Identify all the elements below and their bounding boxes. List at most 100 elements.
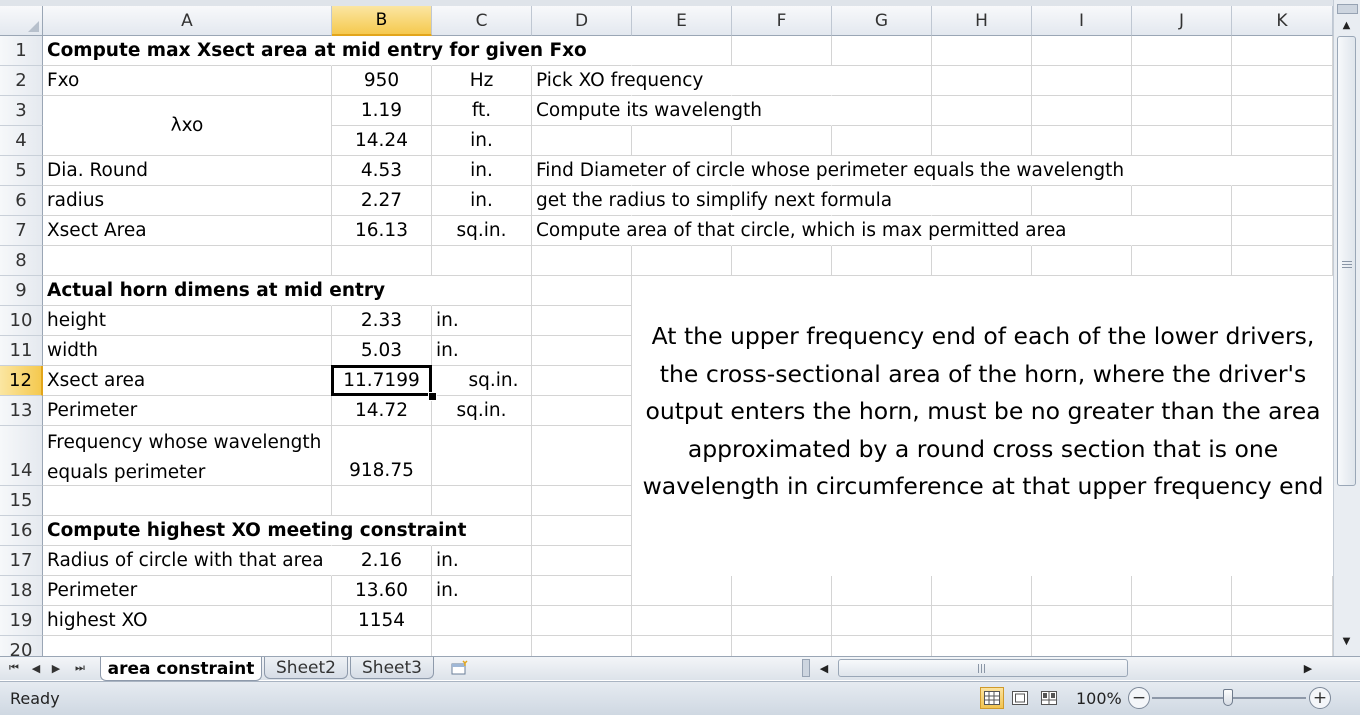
column-header-i[interactable]: I — [1032, 6, 1132, 36]
row-header-20[interactable]: 20 — [0, 636, 43, 656]
next-sheet-icon[interactable]: ▶ — [48, 659, 64, 677]
cell-f4[interactable] — [732, 126, 832, 156]
row-header-12[interactable]: 12 — [0, 366, 43, 396]
cell-d4[interactable] — [532, 126, 632, 156]
column-header-h[interactable]: H — [932, 6, 1032, 36]
column-header-d[interactable]: D — [532, 6, 632, 36]
cell-d20[interactable] — [532, 636, 632, 656]
cell-i4[interactable] — [1032, 126, 1132, 156]
cell-c20[interactable] — [432, 636, 532, 656]
cell-k18[interactable] — [1232, 576, 1333, 606]
row-header-19[interactable]: 19 — [0, 606, 43, 636]
row-header-4[interactable]: 4 — [0, 126, 43, 156]
cell-a20[interactable] — [43, 636, 332, 656]
row-header-8[interactable]: 8 — [0, 246, 43, 276]
cell-c14[interactable] — [432, 426, 532, 486]
row-header-5[interactable]: 5 — [0, 156, 43, 186]
cell-j18[interactable] — [1132, 576, 1232, 606]
row-header-13[interactable]: 13 — [0, 396, 43, 426]
cell-k1[interactable] — [1232, 36, 1333, 66]
cell-g4[interactable] — [832, 126, 932, 156]
sheet-tab-area-constraint[interactable]: area constraint — [100, 657, 262, 681]
sheet-tab-sheet2[interactable]: Sheet2 — [264, 657, 348, 679]
vertical-scrollbar[interactable]: ▲ ▼ — [1333, 0, 1360, 656]
scroll-left-icon[interactable]: ◀ — [816, 659, 832, 677]
column-header-e[interactable]: E — [632, 6, 732, 36]
zoom-out-icon[interactable]: − — [1128, 687, 1150, 709]
cell-j19[interactable] — [1132, 606, 1232, 636]
row-header-3[interactable]: 3 — [0, 96, 43, 126]
fill-handle[interactable] — [428, 392, 437, 401]
row-header-10[interactable]: 10 — [0, 306, 43, 336]
row-header-2[interactable]: 2 — [0, 66, 43, 96]
cell-h8[interactable] — [932, 246, 1032, 276]
sheet-tab-sheet3[interactable]: Sheet3 — [350, 657, 434, 679]
vertical-scroll-thumb[interactable] — [1337, 36, 1356, 486]
cell-e8[interactable] — [632, 246, 732, 276]
column-header-k[interactable]: K — [1232, 6, 1333, 36]
prev-sheet-icon[interactable]: ◀ — [28, 659, 44, 677]
insert-sheet-icon[interactable] — [446, 658, 472, 678]
cell-i1[interactable] — [1032, 36, 1132, 66]
row-header-11[interactable]: 11 — [0, 336, 43, 366]
zoom-in-icon[interactable]: + — [1309, 687, 1331, 709]
cell-h19[interactable] — [932, 606, 1032, 636]
cell-a15[interactable] — [43, 486, 332, 516]
cell-b15[interactable] — [332, 486, 432, 516]
cell-i20[interactable] — [1032, 636, 1132, 656]
cell-i19[interactable] — [1032, 606, 1132, 636]
cell-j4[interactable] — [1132, 126, 1232, 156]
cell-h1[interactable] — [932, 36, 1032, 66]
cell-i8[interactable] — [1032, 246, 1132, 276]
cell-d8[interactable] — [532, 246, 632, 276]
column-header-f[interactable]: F — [732, 6, 832, 36]
cell-e20[interactable] — [632, 636, 732, 656]
cell-h20[interactable] — [932, 636, 1032, 656]
row-header-15[interactable]: 15 — [0, 486, 43, 516]
cell-f20[interactable] — [732, 636, 832, 656]
row-header-16[interactable]: 16 — [0, 516, 43, 546]
row-header-14[interactable]: 14 — [0, 426, 43, 486]
cell-h4[interactable] — [932, 126, 1032, 156]
cell-j20[interactable] — [1132, 636, 1232, 656]
cell-i18[interactable] — [1032, 576, 1132, 606]
cell-h18[interactable] — [932, 576, 1032, 606]
cell-k4[interactable] — [1232, 126, 1333, 156]
worksheet-grid[interactable]: ABCDEFGHIJK 1 2 3 4 5 6 7 8 9 10 11 12 13 14 15 16 17 18 1… — [0, 0, 1333, 656]
column-header-j[interactable]: J — [1132, 6, 1232, 36]
cell-k8[interactable] — [1232, 246, 1333, 276]
cell-k19[interactable] — [1232, 606, 1333, 636]
row-header-7[interactable]: 7 — [0, 216, 43, 246]
column-header-g[interactable]: G — [832, 6, 932, 36]
row-header-17[interactable]: 17 — [0, 546, 43, 576]
row-header-18[interactable]: 18 — [0, 576, 43, 606]
cell-d15[interactable] — [532, 486, 632, 516]
zoom-level[interactable]: 100% — [1076, 689, 1122, 708]
column-header-b[interactable]: B — [332, 6, 432, 36]
tab-split-box[interactable] — [802, 659, 810, 677]
page-break-view-icon[interactable] — [1037, 687, 1061, 709]
cell-k20[interactable] — [1232, 636, 1333, 656]
row-header-6[interactable]: 6 — [0, 186, 43, 216]
cell-g20[interactable] — [832, 636, 932, 656]
scroll-up-icon[interactable]: ▲ — [1337, 16, 1356, 34]
cell-b20[interactable] — [332, 636, 432, 656]
horizontal-scroll-thumb[interactable] — [838, 659, 1128, 677]
active-cell-b12[interactable]: 11.7199 — [331, 365, 432, 396]
zoom-slider-thumb[interactable] — [1223, 689, 1233, 706]
cell-g8[interactable] — [832, 246, 932, 276]
cell-d14[interactable] — [532, 426, 632, 486]
row-header-9[interactable]: 9 — [0, 276, 43, 306]
cell-f8[interactable] — [732, 246, 832, 276]
column-header-a[interactable]: A — [43, 6, 332, 36]
cell-c15[interactable] — [432, 486, 532, 516]
scroll-down-icon[interactable]: ▼ — [1337, 632, 1356, 650]
cell-a8[interactable] — [43, 246, 332, 276]
split-box[interactable] — [1337, 4, 1358, 14]
normal-view-icon[interactable] — [980, 687, 1004, 709]
row-header-1[interactable]: 1 — [0, 36, 43, 66]
column-header-c[interactable]: C — [432, 6, 532, 36]
cell-j8[interactable] — [1132, 246, 1232, 276]
cell-e4[interactable] — [632, 126, 732, 156]
select-all-button[interactable] — [0, 6, 43, 36]
